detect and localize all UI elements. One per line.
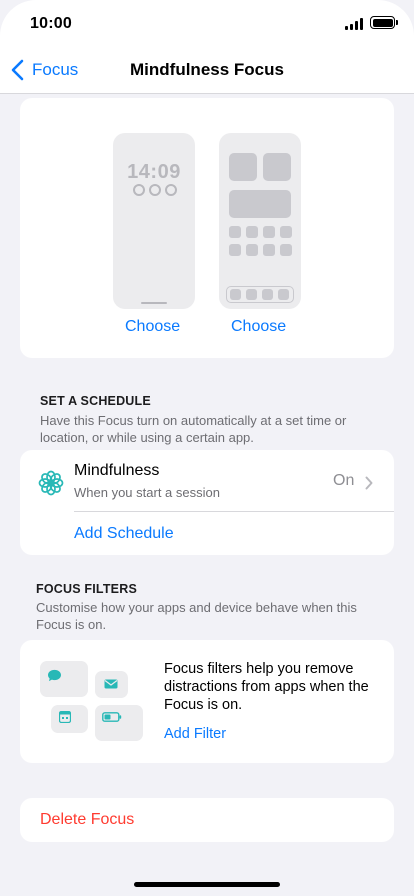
schedule-card: Mindfulness When you start a session On … <box>20 450 394 555</box>
screens-card: 14:09 Choose Choose <box>20 98 394 358</box>
message-bubble-icon <box>48 669 61 682</box>
schedule-item-title: Mindfulness <box>74 462 160 479</box>
page-title: Mindfulness Focus <box>130 60 284 79</box>
phone-screen: 10:00 Focus Mindfulness Focus 14:09 Choo… <box>0 0 414 896</box>
status-bar: 10:00 <box>0 0 414 48</box>
filters-section-description: Customise how your apps and device behav… <box>36 600 357 632</box>
widget-placeholder <box>263 153 291 181</box>
choose-home-screen-button[interactable]: Choose <box>231 318 286 336</box>
choose-lock-screen-button[interactable]: Choose <box>125 318 180 336</box>
flower-icon <box>38 470 64 496</box>
schedule-item-subtitle: When you start a session <box>74 485 220 500</box>
low-power-battery-icon <box>102 712 122 722</box>
app-icon-placeholder <box>263 226 275 238</box>
home-screen-preview[interactable] <box>219 133 301 309</box>
battery-filter-tile <box>95 705 143 741</box>
navigation-bar: Focus Mindfulness Focus <box>0 48 414 94</box>
add-schedule-button[interactable]: Add Schedule <box>74 525 174 543</box>
app-icon-placeholder <box>280 226 292 238</box>
delete-focus-button[interactable]: Delete Focus <box>40 811 134 829</box>
schedule-section-description: Have this Focus turn on automatically at… <box>40 413 347 445</box>
envelope-icon <box>104 679 118 689</box>
widget-placeholder <box>229 190 291 218</box>
calendar-filter-tile <box>51 705 88 733</box>
status-time: 10:00 <box>30 15 72 32</box>
schedule-row-mindfulness[interactable]: Mindfulness When you start a session On <box>20 450 394 511</box>
row-divider <box>74 511 394 512</box>
schedule-section-header: SET A SCHEDULE <box>40 394 151 408</box>
cellular-signal-icon <box>345 18 363 30</box>
lock-screen-time: 14:09 <box>127 161 181 183</box>
focus-filters-card: Focus filters help you remove distractio… <box>20 640 394 763</box>
messages-filter-tile <box>40 661 88 697</box>
app-icon-placeholder <box>246 226 258 238</box>
app-icon-placeholder <box>246 244 258 256</box>
add-filter-button[interactable]: Add Filter <box>164 726 226 742</box>
calendar-icon <box>59 711 71 723</box>
app-icon-placeholder <box>229 226 241 238</box>
lock-screen-widgets <box>133 184 177 196</box>
dock-placeholder <box>226 286 294 303</box>
app-icon-placeholder <box>280 244 292 256</box>
app-icon-placeholder <box>229 244 241 256</box>
home-indicator[interactable] <box>134 882 280 887</box>
lock-screen-home-bar <box>141 302 167 304</box>
delete-focus-card: Delete Focus <box>20 798 394 842</box>
schedule-item-status: On <box>333 472 355 489</box>
chevron-right-icon <box>365 476 373 490</box>
app-icon-placeholder <box>263 244 275 256</box>
battery-icon <box>370 16 398 29</box>
widget-placeholder <box>229 153 257 181</box>
focus-filters-info: Focus filters help you remove distractio… <box>164 661 369 713</box>
filters-section-header: FOCUS FILTERS <box>36 582 137 596</box>
lock-screen-preview[interactable]: 14:09 <box>113 133 195 309</box>
mail-filter-tile <box>95 671 128 698</box>
